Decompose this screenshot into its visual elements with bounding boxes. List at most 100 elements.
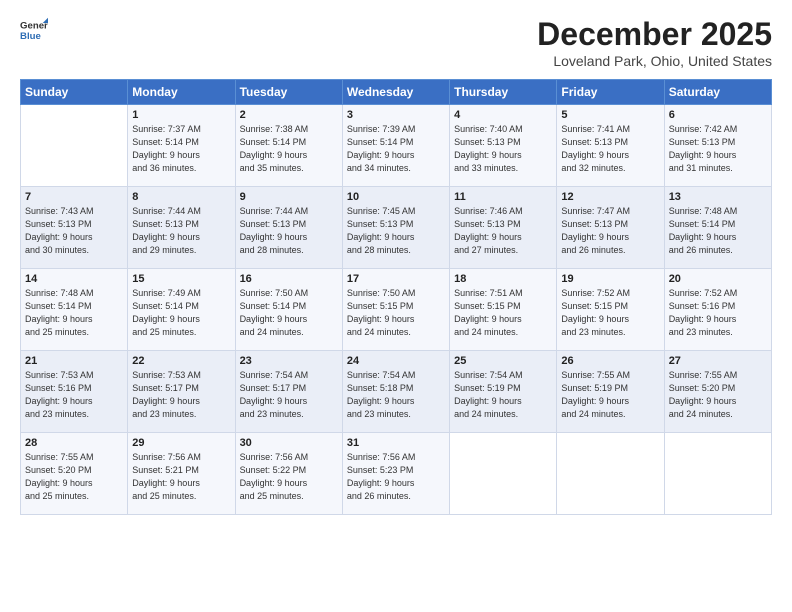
day-number: 3 [347, 109, 445, 121]
cell-content: Sunrise: 7:54 AM Sunset: 5:17 PM Dayligh… [240, 369, 338, 421]
calendar-cell: 3 Sunrise: 7:39 AM Sunset: 5:14 PM Daylig… [342, 105, 449, 187]
day-number: 19 [561, 273, 659, 285]
cell-content: Sunrise: 7:49 AM Sunset: 5:14 PM Dayligh… [132, 287, 230, 339]
day-number: 22 [132, 355, 230, 367]
calendar-cell: 2 Sunrise: 7:38 AM Sunset: 5:14 PM Daylig… [235, 105, 342, 187]
week-row-3: 14 Sunrise: 7:48 AM Sunset: 5:14 PM Dayli… [21, 269, 772, 351]
day-number: 2 [240, 109, 338, 121]
location: Loveland Park, Ohio, United States [537, 53, 772, 69]
calendar-cell: 4 Sunrise: 7:40 AM Sunset: 5:13 PM Daylig… [450, 105, 557, 187]
calendar-cell: 20 Sunrise: 7:52 AM Sunset: 5:16 PM Dayli… [664, 269, 771, 351]
day-number: 25 [454, 355, 552, 367]
day-number: 16 [240, 273, 338, 285]
calendar-cell: 19Sunrise: 7:52 AM Sunset: 5:15 PM Dayli… [557, 269, 664, 351]
cell-content: Sunrise: 7:54 AM Sunset: 5:19 PM Dayligh… [454, 369, 552, 421]
cell-content: Sunrise: 7:50 AM Sunset: 5:14 PM Dayligh… [240, 287, 338, 339]
cell-content: Sunrise: 7:52 AM Sunset: 5:16 PM Dayligh… [669, 287, 767, 339]
cell-content: Sunrise: 7:45 AM Sunset: 5:13 PM Dayligh… [347, 205, 445, 257]
day-number: 7 [25, 191, 123, 203]
day-header-tuesday: Tuesday [235, 80, 342, 105]
week-row-4: 21Sunrise: 7:53 AM Sunset: 5:16 PM Dayli… [21, 351, 772, 433]
calendar-cell: 22Sunrise: 7:53 AM Sunset: 5:17 PM Dayli… [128, 351, 235, 433]
cell-content: Sunrise: 7:54 AM Sunset: 5:18 PM Dayligh… [347, 369, 445, 421]
day-number: 11 [454, 191, 552, 203]
calendar-cell [664, 433, 771, 515]
week-row-5: 28 Sunrise: 7:55 AM Sunset: 5:20 PM Dayli… [21, 433, 772, 515]
cell-content: Sunrise: 7:38 AM Sunset: 5:14 PM Dayligh… [240, 123, 338, 175]
day-number: 1 [132, 109, 230, 121]
day-header-friday: Friday [557, 80, 664, 105]
calendar-cell: 5Sunrise: 7:41 AM Sunset: 5:13 PM Daylig… [557, 105, 664, 187]
calendar-cell: 8 Sunrise: 7:44 AM Sunset: 5:13 PM Daylig… [128, 187, 235, 269]
day-number: 20 [669, 273, 767, 285]
calendar-cell: 23 Sunrise: 7:54 AM Sunset: 5:17 PM Dayli… [235, 351, 342, 433]
day-header-monday: Monday [128, 80, 235, 105]
cell-content: Sunrise: 7:43 AM Sunset: 5:13 PM Dayligh… [25, 205, 123, 257]
day-number: 10 [347, 191, 445, 203]
calendar-cell: 27 Sunrise: 7:55 AM Sunset: 5:20 PM Dayli… [664, 351, 771, 433]
cell-content: Sunrise: 7:55 AM Sunset: 5:20 PM Dayligh… [25, 451, 123, 503]
page: General Blue December 2025 Loveland Park… [0, 0, 792, 612]
cell-content: Sunrise: 7:56 AM Sunset: 5:21 PM Dayligh… [132, 451, 230, 503]
cell-content: Sunrise: 7:39 AM Sunset: 5:14 PM Dayligh… [347, 123, 445, 175]
calendar-cell: 9Sunrise: 7:44 AM Sunset: 5:13 PM Daylig… [235, 187, 342, 269]
cell-content: Sunrise: 7:41 AM Sunset: 5:13 PM Dayligh… [561, 123, 659, 175]
week-row-2: 7 Sunrise: 7:43 AM Sunset: 5:13 PM Daylig… [21, 187, 772, 269]
day-number: 23 [240, 355, 338, 367]
day-header-wednesday: Wednesday [342, 80, 449, 105]
calendar-cell: 14 Sunrise: 7:48 AM Sunset: 5:14 PM Dayli… [21, 269, 128, 351]
day-number: 4 [454, 109, 552, 121]
calendar-cell: 10 Sunrise: 7:45 AM Sunset: 5:13 PM Dayli… [342, 187, 449, 269]
cell-content: Sunrise: 7:46 AM Sunset: 5:13 PM Dayligh… [454, 205, 552, 257]
day-number: 30 [240, 437, 338, 449]
day-number: 31 [347, 437, 445, 449]
calendar-cell: 1 Sunrise: 7:37 AM Sunset: 5:14 PM Daylig… [128, 105, 235, 187]
day-number: 17 [347, 273, 445, 285]
day-number: 26 [561, 355, 659, 367]
day-number: 12 [561, 191, 659, 203]
cell-content: Sunrise: 7:55 AM Sunset: 5:19 PM Dayligh… [561, 369, 659, 421]
day-number: 27 [669, 355, 767, 367]
svg-text:General: General [20, 20, 48, 31]
cell-content: Sunrise: 7:48 AM Sunset: 5:14 PM Dayligh… [669, 205, 767, 257]
calendar-cell: 17 Sunrise: 7:50 AM Sunset: 5:15 PM Dayli… [342, 269, 449, 351]
cell-content: Sunrise: 7:44 AM Sunset: 5:13 PM Dayligh… [132, 205, 230, 257]
title-block: December 2025 Loveland Park, Ohio, Unite… [537, 16, 772, 69]
calendar-cell: 24 Sunrise: 7:54 AM Sunset: 5:18 PM Dayli… [342, 351, 449, 433]
day-number: 6 [669, 109, 767, 121]
logo: General Blue [20, 16, 50, 44]
cell-content: Sunrise: 7:48 AM Sunset: 5:14 PM Dayligh… [25, 287, 123, 339]
calendar-cell: 13 Sunrise: 7:48 AM Sunset: 5:14 PM Dayli… [664, 187, 771, 269]
calendar-cell: 16 Sunrise: 7:50 AM Sunset: 5:14 PM Dayli… [235, 269, 342, 351]
calendar-cell: 29 Sunrise: 7:56 AM Sunset: 5:21 PM Dayli… [128, 433, 235, 515]
cell-content: Sunrise: 7:56 AM Sunset: 5:22 PM Dayligh… [240, 451, 338, 503]
header: General Blue December 2025 Loveland Park… [20, 16, 772, 69]
calendar-cell [21, 105, 128, 187]
day-number: 28 [25, 437, 123, 449]
logo-icon: General Blue [20, 16, 48, 44]
calendar-cell: 7 Sunrise: 7:43 AM Sunset: 5:13 PM Daylig… [21, 187, 128, 269]
day-number: 21 [25, 355, 123, 367]
calendar-table: SundayMondayTuesdayWednesdayThursdayFrid… [20, 79, 772, 515]
cell-content: Sunrise: 7:56 AM Sunset: 5:23 PM Dayligh… [347, 451, 445, 503]
day-number: 14 [25, 273, 123, 285]
week-row-1: 1 Sunrise: 7:37 AM Sunset: 5:14 PM Daylig… [21, 105, 772, 187]
calendar-cell: 25 Sunrise: 7:54 AM Sunset: 5:19 PM Dayli… [450, 351, 557, 433]
calendar-cell: 15Sunrise: 7:49 AM Sunset: 5:14 PM Dayli… [128, 269, 235, 351]
day-number: 24 [347, 355, 445, 367]
cell-content: Sunrise: 7:55 AM Sunset: 5:20 PM Dayligh… [669, 369, 767, 421]
calendar-cell: 31 Sunrise: 7:56 AM Sunset: 5:23 PM Dayli… [342, 433, 449, 515]
cell-content: Sunrise: 7:50 AM Sunset: 5:15 PM Dayligh… [347, 287, 445, 339]
calendar-cell: 6Sunrise: 7:42 AM Sunset: 5:13 PM Daylig… [664, 105, 771, 187]
days-header-row: SundayMondayTuesdayWednesdayThursdayFrid… [21, 80, 772, 105]
cell-content: Sunrise: 7:37 AM Sunset: 5:14 PM Dayligh… [132, 123, 230, 175]
day-number: 29 [132, 437, 230, 449]
day-number: 13 [669, 191, 767, 203]
day-number: 18 [454, 273, 552, 285]
day-number: 8 [132, 191, 230, 203]
day-header-sunday: Sunday [21, 80, 128, 105]
calendar-cell: 28 Sunrise: 7:55 AM Sunset: 5:20 PM Dayli… [21, 433, 128, 515]
cell-content: Sunrise: 7:40 AM Sunset: 5:13 PM Dayligh… [454, 123, 552, 175]
day-number: 9 [240, 191, 338, 203]
day-header-thursday: Thursday [450, 80, 557, 105]
